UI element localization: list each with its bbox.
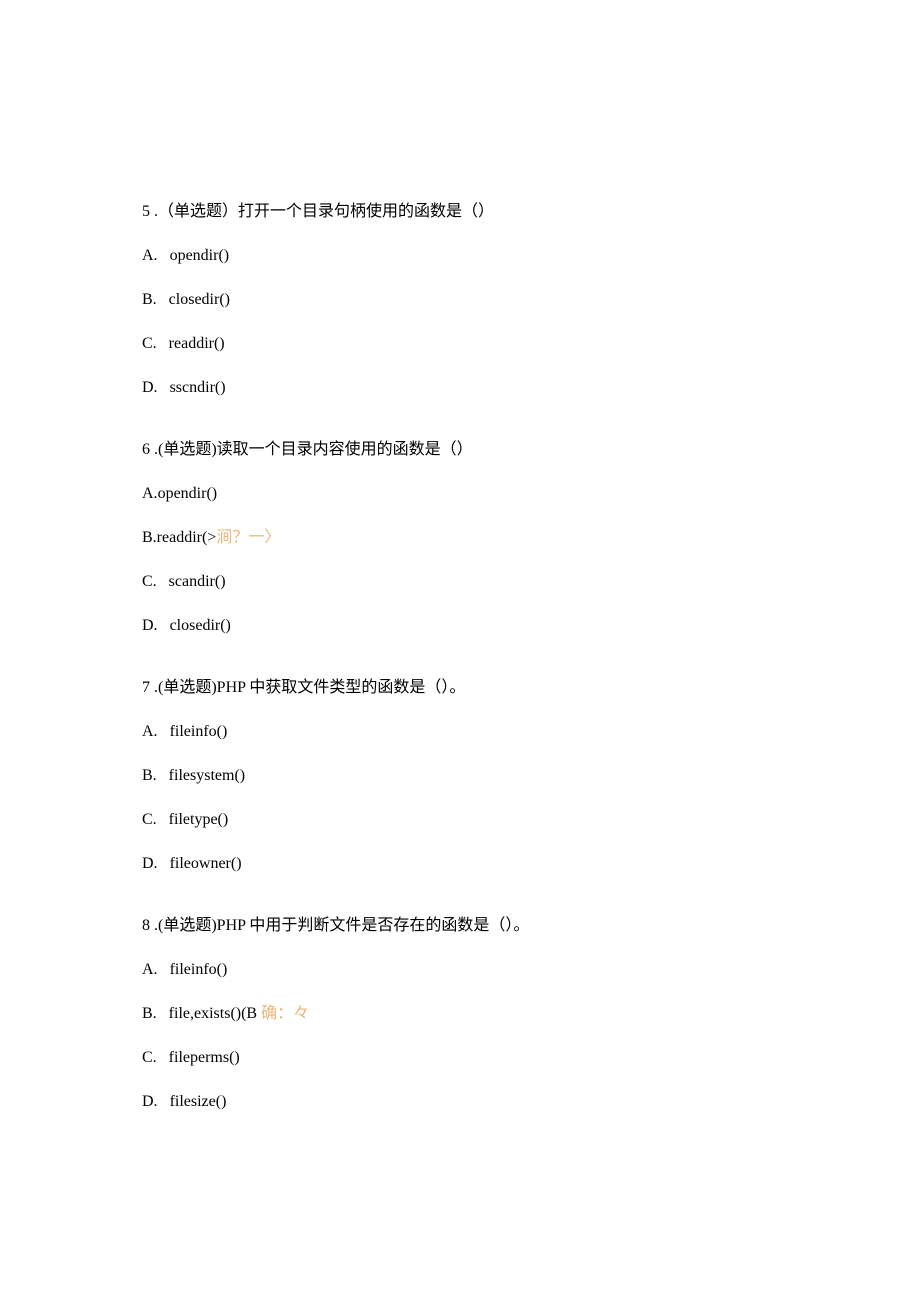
option-letter: B. — [142, 288, 157, 312]
option-letter: B. — [142, 526, 157, 550]
answer-option: A. fileinfo() — [142, 720, 780, 744]
answer-option: C. filetype() — [142, 808, 780, 832]
option-text: file,exists()(B — [169, 1005, 261, 1022]
answer-option: B. file,exists()(B 确：々 — [142, 1002, 780, 1026]
option-letter: D. — [142, 852, 158, 876]
question-text: 7 .(单选题)PHP 中获取文件类型的函数是（）。 — [142, 676, 780, 700]
question-separator: . — [150, 441, 158, 458]
answer-option: C. fileperms() — [142, 1046, 780, 1070]
question-prompt: 打开一个目录句柄使用的函数是（） — [238, 203, 494, 220]
answer-option: B. closedir() — [142, 288, 780, 312]
answer-annotation: 确：々 — [261, 1005, 309, 1022]
question-number: 6 — [142, 441, 150, 458]
option-letter: A. — [142, 244, 158, 268]
option-text: filesystem() — [169, 767, 245, 784]
option-letter: A. — [142, 958, 158, 982]
option-text: readdir() — [169, 335, 225, 352]
answer-option: D. fileowner() — [142, 852, 780, 876]
option-text: filesize() — [170, 1093, 227, 1110]
option-letter: D. — [142, 614, 158, 638]
question-type-label: (单选题) — [158, 917, 217, 934]
question-prompt: 读取一个目录内容使用的函数是（） — [217, 441, 473, 458]
answer-annotation: 涧？一〉 — [216, 529, 280, 546]
option-text: closedir() — [170, 617, 231, 634]
question-text: 8 .(单选题)PHP 中用于判断文件是否存在的函数是（）。 — [142, 914, 780, 938]
option-text: readdir(> — [157, 529, 217, 546]
option-text: opendir() — [158, 485, 218, 502]
answer-option: D. filesize() — [142, 1090, 780, 1114]
question-block: 6 .(单选题)读取一个目录内容使用的函数是（） A.opendir() B.rea… — [142, 438, 780, 638]
option-letter: C. — [142, 808, 157, 832]
option-text: fileinfo() — [170, 723, 228, 740]
option-letter: A. — [142, 720, 158, 744]
question-number: 5 — [142, 203, 150, 220]
question-prompt: PHP 中用于判断文件是否存在的函数是（）。 — [217, 917, 530, 934]
option-letter: D. — [142, 376, 158, 400]
option-text: opendir() — [170, 247, 230, 264]
option-letter: C. — [142, 1046, 157, 1070]
question-separator: . — [150, 917, 158, 934]
answer-option: A. fileinfo() — [142, 958, 780, 982]
answer-option: C. scandir() — [142, 570, 780, 594]
answer-option: D. closedir() — [142, 614, 780, 638]
answer-option: D. sscndir() — [142, 376, 780, 400]
option-text: fileinfo() — [170, 961, 228, 978]
option-text: scandir() — [169, 573, 226, 590]
document-body: 5 .（单选题）打开一个目录句柄使用的函数是（）A.opendir()B.clo… — [142, 200, 780, 1114]
option-text: fileowner() — [170, 855, 242, 872]
answer-option: A.opendir() — [142, 482, 780, 506]
question-number: 7 — [142, 679, 150, 696]
option-text: closedir() — [169, 291, 230, 308]
question-type-label: （单选题） — [158, 203, 238, 220]
option-letter: C. — [142, 570, 157, 594]
question-text: 5 .（单选题）打开一个目录句柄使用的函数是（） — [142, 200, 780, 224]
answer-option: A. opendir() — [142, 244, 780, 268]
option-text: sscndir() — [170, 379, 226, 396]
answer-option: C. readdir() — [142, 332, 780, 356]
question-type-label: (单选题) — [158, 441, 217, 458]
question-block: 8 .(单选题)PHP 中用于判断文件是否存在的函数是（）。 A. fileinfo… — [142, 914, 780, 1114]
option-letter: A. — [142, 482, 158, 506]
question-prompt: PHP 中获取文件类型的函数是（）。 — [217, 679, 466, 696]
option-text: fileperms() — [169, 1049, 240, 1066]
option-letter: B. — [142, 764, 157, 788]
question-text: 6 .(单选题)读取一个目录内容使用的函数是（） — [142, 438, 780, 462]
option-letter: D. — [142, 1090, 158, 1114]
question-type-label: (单选题) — [158, 679, 217, 696]
question-block: 7 .(单选题)PHP 中获取文件类型的函数是（）。 A. fileinfo() B.… — [142, 676, 780, 876]
question-separator: . — [150, 203, 158, 220]
option-text: filetype() — [169, 811, 229, 828]
option-letter: B. — [142, 1002, 157, 1026]
question-block: 5 .（单选题）打开一个目录句柄使用的函数是（） A. opendir() B. clo… — [142, 200, 780, 400]
answer-option: B. filesystem() — [142, 764, 780, 788]
question-number: 8 — [142, 917, 150, 934]
answer-option: B.readdir(>涧？一〉 — [142, 526, 780, 550]
option-letter: C. — [142, 332, 157, 356]
question-separator: . — [150, 679, 158, 696]
